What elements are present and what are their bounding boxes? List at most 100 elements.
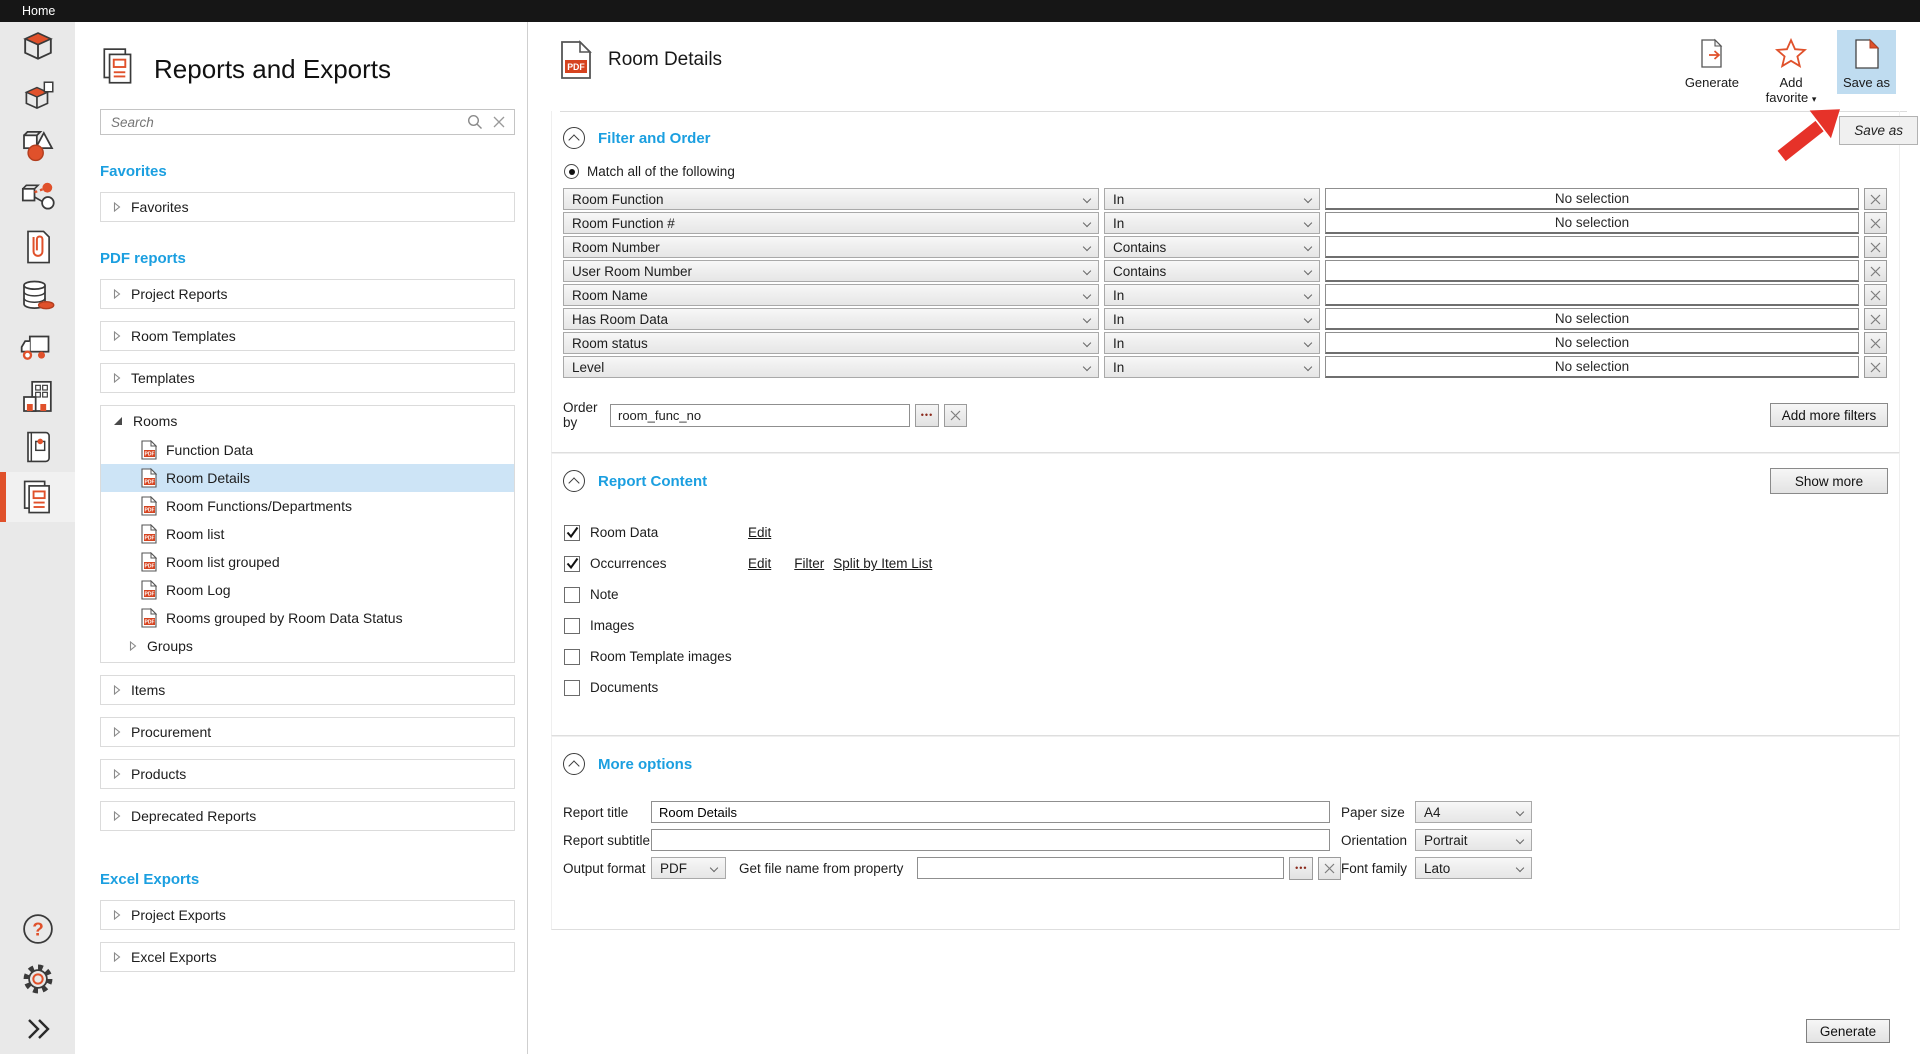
home-menu[interactable]: Home <box>8 0 69 22</box>
paper-size-select[interactable]: A4 <box>1415 801 1532 823</box>
room-template-images-checkbox[interactable] <box>564 649 580 665</box>
match-all-radio[interactable] <box>564 164 579 179</box>
font-family-select[interactable]: Lato <box>1415 857 1532 879</box>
room-data-checkbox[interactable] <box>564 525 580 541</box>
search-icon[interactable] <box>467 114 483 130</box>
clear-filter-button[interactable] <box>1864 188 1887 210</box>
filter-field-select[interactable]: Has Room Data <box>563 308 1099 330</box>
add-favorite-button[interactable]: Add favorite ▾ <box>1759 30 1823 111</box>
output-format-select[interactable]: PDF <box>651 857 726 879</box>
clear-filter-button[interactable] <box>1864 284 1887 306</box>
filter-value-field[interactable] <box>1325 236 1859 258</box>
sidebar-item-templates[interactable]: Templates <box>100 363 515 393</box>
sidebar-item-deprecated-reports[interactable]: Deprecated Reports <box>100 801 515 831</box>
clear-filter-button[interactable] <box>1864 260 1887 282</box>
filter-operator-select[interactable]: In <box>1104 332 1320 354</box>
sidebar-item-favorites[interactable]: Favorites <box>100 192 515 222</box>
clear-search-icon[interactable] <box>492 115 506 129</box>
collapse-section-icon[interactable] <box>563 127 585 149</box>
sidebar-item-room-templates[interactable]: Room Templates <box>100 321 515 351</box>
sidebar-item-products[interactable]: Products <box>100 759 515 789</box>
linked-items-icon[interactable] <box>0 172 75 222</box>
file-name-clear-button[interactable] <box>1318 857 1341 880</box>
search-input[interactable] <box>111 115 458 130</box>
room-templates-icon[interactable] <box>0 72 75 122</box>
filter-occurrences-link[interactable]: Filter <box>794 556 824 571</box>
filter-value-field[interactable] <box>1325 260 1859 282</box>
order-by-clear-button[interactable] <box>944 404 967 427</box>
show-more-button[interactable]: Show more <box>1770 468 1888 494</box>
sidebar-item-room-functions[interactable]: PDF Room Functions/Departments <box>101 492 514 520</box>
sidebar-item-procurement[interactable]: Procurement <box>100 717 515 747</box>
search-box[interactable] <box>100 109 515 135</box>
file-name-browse-button[interactable]: ••• <box>1289 857 1313 880</box>
sidebar-item-rooms-grouped[interactable]: PDF Rooms grouped by Room Data Status <box>101 604 514 632</box>
clear-filter-button[interactable] <box>1864 212 1887 234</box>
images-checkbox[interactable] <box>564 618 580 634</box>
attachments-icon[interactable] <box>0 222 75 272</box>
sidebar-item-excel-exports[interactable]: Excel Exports <box>100 942 515 972</box>
filter-field-select[interactable]: Room Number <box>563 236 1099 258</box>
projects-icon[interactable] <box>0 372 75 422</box>
orientation-select[interactable]: Portrait <box>1415 829 1532 851</box>
filter-field-select[interactable]: Room Function # <box>563 212 1099 234</box>
generate-report-button[interactable]: Generate <box>1806 1019 1890 1043</box>
sidebar-item-project-exports[interactable]: Project Exports <box>100 900 515 930</box>
filter-operator-select[interactable]: Contains <box>1104 236 1320 258</box>
filter-value-field[interactable]: No selection <box>1325 308 1859 330</box>
logistics-icon[interactable] <box>0 322 75 372</box>
edit-room-data-link[interactable]: Edit <box>748 525 771 540</box>
sidebar-item-rooms[interactable]: Rooms <box>101 406 514 436</box>
catalog-icon[interactable] <box>0 422 75 472</box>
clear-filter-button[interactable] <box>1864 332 1887 354</box>
split-by-item-list-link[interactable]: Split by Item List <box>833 556 932 571</box>
file-name-property-input[interactable] <box>917 857 1284 879</box>
filter-operator-select[interactable]: In <box>1104 188 1320 210</box>
filter-operator-select[interactable]: In <box>1104 284 1320 306</box>
filter-value-field[interactable]: No selection <box>1325 332 1859 354</box>
data-icon[interactable] <box>0 272 75 322</box>
filter-field-select[interactable]: Level <box>563 356 1099 378</box>
sidebar-item-room-log[interactable]: PDF Room Log <box>101 576 514 604</box>
sidebar-item-function-data[interactable]: PDF Function Data <box>101 436 514 464</box>
clear-filter-button[interactable] <box>1864 308 1887 330</box>
filter-field-select[interactable]: User Room Number <box>563 260 1099 282</box>
collapse-section-icon[interactable] <box>563 470 585 492</box>
filter-value-field[interactable]: No selection <box>1325 356 1859 378</box>
filter-operator-select[interactable]: In <box>1104 356 1320 378</box>
save-as-button[interactable]: Save as <box>1837 30 1896 94</box>
generate-button[interactable]: Generate <box>1679 30 1745 94</box>
filter-value-field[interactable]: No selection <box>1325 212 1859 234</box>
filter-value-field[interactable]: No selection <box>1325 188 1859 210</box>
add-more-filters-button[interactable]: Add more filters <box>1770 403 1888 427</box>
filter-field-select[interactable]: Room Function <box>563 188 1099 210</box>
filter-operator-select[interactable]: Contains <box>1104 260 1320 282</box>
sidebar-item-groups[interactable]: Groups <box>101 632 514 660</box>
help-icon[interactable]: ? <box>0 904 75 954</box>
filter-value-field[interactable] <box>1325 284 1859 306</box>
report-title-input[interactable] <box>651 801 1330 823</box>
edit-occurrences-link[interactable]: Edit <box>748 556 771 571</box>
clear-filter-button[interactable] <box>1864 356 1887 378</box>
sidebar-item-room-list[interactable]: PDF Room list <box>101 520 514 548</box>
collapse-icon[interactable] <box>0 1004 75 1054</box>
sidebar-item-items[interactable]: Items <box>100 675 515 705</box>
sidebar-item-room-details[interactable]: PDF Room Details <box>101 464 514 492</box>
filter-operator-select[interactable]: In <box>1104 212 1320 234</box>
filter-field-select[interactable]: Room status <box>563 332 1099 354</box>
report-subtitle-input[interactable] <box>651 829 1330 851</box>
note-checkbox[interactable] <box>564 587 580 603</box>
collapse-section-icon[interactable] <box>563 753 585 775</box>
occurrences-checkbox[interactable] <box>564 556 580 572</box>
order-by-input[interactable] <box>610 404 910 427</box>
filter-operator-select[interactable]: In <box>1104 308 1320 330</box>
clear-filter-button[interactable] <box>1864 236 1887 258</box>
rooms-icon[interactable] <box>0 22 75 72</box>
filter-field-select[interactable]: Room Name <box>563 284 1099 306</box>
sidebar-item-room-list-grouped[interactable]: PDF Room list grouped <box>101 548 514 576</box>
settings-icon[interactable] <box>0 954 75 1004</box>
documents-checkbox[interactable] <box>564 680 580 696</box>
reports-icon[interactable] <box>0 472 75 522</box>
order-by-browse-button[interactable]: ••• <box>915 404 939 427</box>
products-icon[interactable] <box>0 122 75 172</box>
